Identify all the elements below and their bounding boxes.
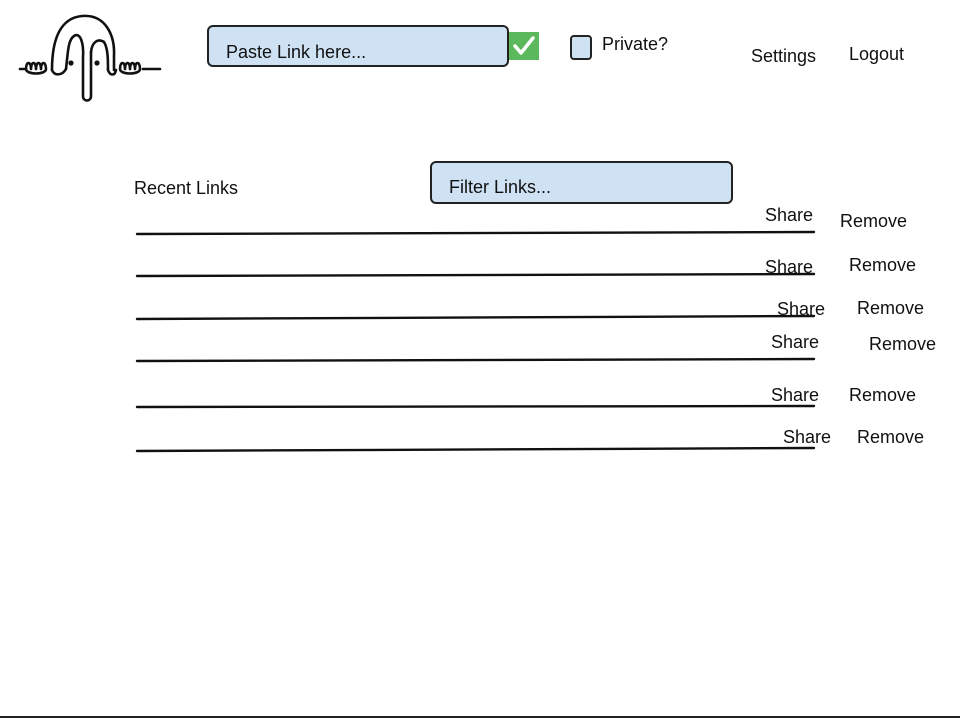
- submit-link-button[interactable]: [509, 32, 539, 60]
- paste-link-input[interactable]: [207, 25, 509, 67]
- share-link-3[interactable]: Share: [777, 299, 825, 320]
- filter-links-input[interactable]: [430, 161, 733, 204]
- logout-link[interactable]: Logout: [849, 44, 904, 65]
- bottom-divider: [0, 716, 960, 718]
- link-row-line: [135, 230, 816, 236]
- link-row-line: [135, 404, 816, 409]
- checkmark-icon: [513, 36, 535, 55]
- share-link-2[interactable]: Share: [765, 257, 813, 278]
- remove-link-5[interactable]: Remove: [849, 385, 916, 406]
- link-row-line: [135, 357, 816, 363]
- remove-link-4[interactable]: Remove: [869, 334, 936, 355]
- remove-link-3[interactable]: Remove: [857, 298, 924, 319]
- remove-link-1[interactable]: Remove: [840, 211, 907, 232]
- link-row-line: [135, 272, 816, 278]
- private-label: Private?: [602, 34, 669, 54]
- recent-links-heading: Recent Links: [134, 178, 239, 198]
- private-checkbox[interactable]: [570, 35, 592, 60]
- share-link-5[interactable]: Share: [771, 385, 819, 406]
- app-logo: [18, 14, 162, 102]
- remove-link-6[interactable]: Remove: [857, 427, 924, 448]
- share-link-1[interactable]: Share: [765, 205, 813, 226]
- link-rows: [135, 230, 816, 453]
- share-link-4[interactable]: Share: [771, 332, 819, 353]
- share-link-6[interactable]: Share: [783, 427, 831, 448]
- remove-link-2[interactable]: Remove: [849, 255, 916, 276]
- link-row-line: [135, 446, 816, 453]
- link-row-line: [135, 314, 816, 321]
- settings-link[interactable]: Settings: [751, 46, 816, 67]
